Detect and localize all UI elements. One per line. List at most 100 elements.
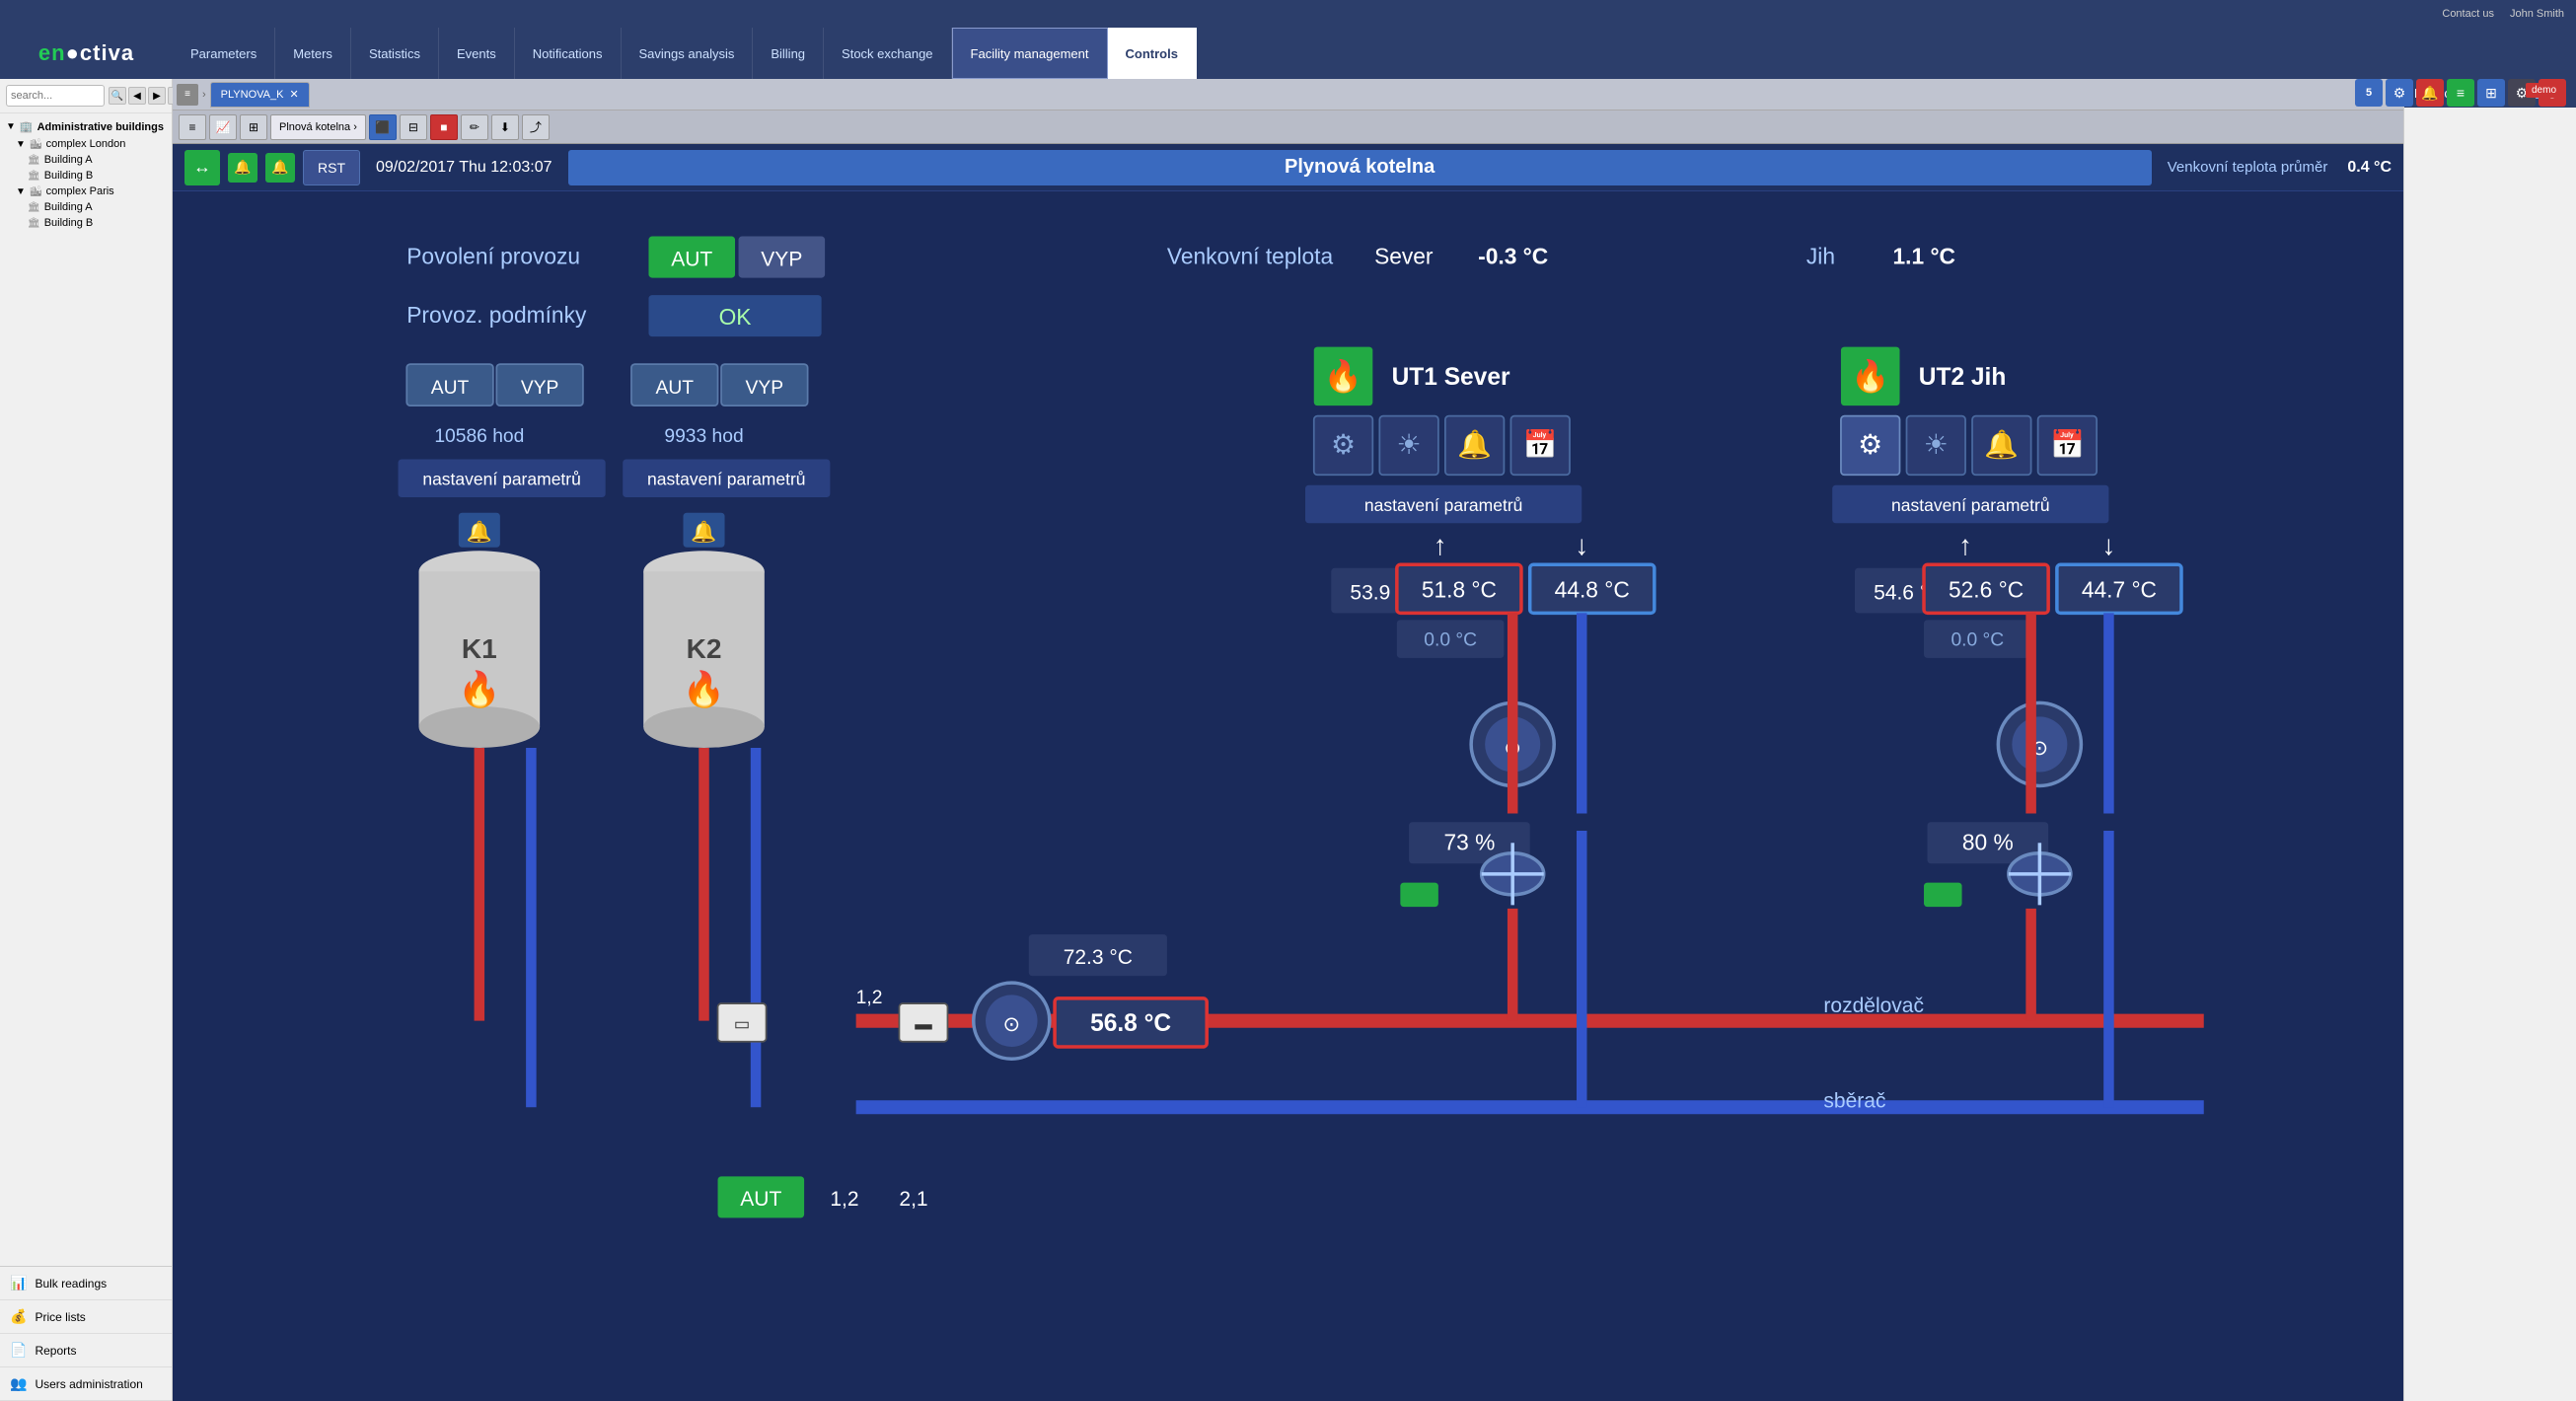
nav-prev-button[interactable]: ◀ <box>128 87 146 105</box>
top-right-icons: 5 ⚙ 🔔 ≡ ⊞ ⚙ ⏻ demo <box>2355 79 2566 107</box>
tr-grid-icon[interactable]: ⊞ <box>2477 79 2505 107</box>
k2-param-btn[interactable]: nastavení parametrů <box>647 470 806 489</box>
tab-facility[interactable]: Facility management <box>952 28 1108 79</box>
breadcrumb-btn[interactable]: Plnová kotelna › <box>270 114 366 140</box>
ut1-down-arrow-icon: ↓ <box>1575 530 1588 560</box>
tab-savings[interactable]: Savings analysis <box>622 28 754 79</box>
tab-billing[interactable]: Billing <box>753 28 824 79</box>
tr-list-icon[interactable]: ≡ <box>2447 79 2474 107</box>
main-pump-icon[interactable]: ⊙ <box>1002 1013 1020 1036</box>
k1-instrument-icon[interactable]: ▭ <box>734 1013 751 1033</box>
k2-aut-btn[interactable]: AUT <box>655 378 694 399</box>
scada-alarm-btn3[interactable]: 🔔 <box>265 153 295 183</box>
scada-header: ↔ 🔔 🔔 RST 09/02/2017 Thu 12:03:07 Plynov… <box>173 144 2403 191</box>
ut2-sun-icon[interactable]: ☀ <box>1924 429 1949 460</box>
rst-button[interactable]: RST <box>303 150 360 185</box>
ut2-param-btn[interactable]: nastavení parametrů <box>1891 495 2050 515</box>
tab-menu-button[interactable]: ≡ <box>177 84 198 106</box>
tree-arrow-icon: ▼ <box>6 121 16 132</box>
nav-next-button[interactable]: ▶ <box>148 87 166 105</box>
bottom-aut-btn[interactable]: AUT <box>740 1188 781 1211</box>
ut2-up-arrow-icon: ↑ <box>1958 530 1972 560</box>
toolbar-table-btn[interactable]: ⊟ <box>400 114 427 140</box>
tree-leaf-london-b[interactable]: 🏛 Building B <box>0 168 172 184</box>
tab-close-button[interactable]: ✕ <box>289 88 298 101</box>
building-group-icon: 🏢 <box>20 120 34 133</box>
k2-instrument-icon[interactable]: ▬ <box>915 1013 932 1033</box>
search-input[interactable] <box>6 85 105 107</box>
toolbar-stop-btn[interactable]: ■ <box>430 114 458 140</box>
tab-stock[interactable]: Stock exchange <box>824 28 952 79</box>
ut1-bell-icon[interactable]: 🔔 <box>1457 429 1492 461</box>
user-name[interactable]: John Smith <box>2510 8 2564 20</box>
ut2-calendar-icon[interactable]: 📅 <box>2050 428 2085 460</box>
sidebar-bulk-readings[interactable]: 📊 Bulk readings <box>0 1267 172 1300</box>
toolbar-export-btn[interactable]: ⤴ <box>522 114 550 140</box>
toolbar-download-btn[interactable]: ⬇ <box>491 114 519 140</box>
tree-root-admin-buildings[interactable]: ▼ 🏢 Administrative buildings <box>0 117 172 136</box>
k1-param-btn[interactable]: nastavení parametrů <box>422 470 581 489</box>
k1-aut-btn[interactable]: AUT <box>431 378 470 399</box>
sidebar-users-admin[interactable]: 👥 Users administration <box>0 1367 172 1401</box>
tree-group-london[interactable]: ▼ 🏙 complex London <box>0 136 172 152</box>
k2-vyp-btn[interactable]: VYP <box>746 378 784 399</box>
sidebar-reports-label: Reports <box>35 1344 76 1358</box>
ut1-sun-icon[interactable]: ☀ <box>1397 429 1422 460</box>
tab-controls[interactable]: Controls <box>1108 28 1197 79</box>
logo: en●ctiva <box>38 40 134 66</box>
tree-root-label: Administrative buildings <box>37 121 164 133</box>
scada-alarm-btn2[interactable]: 🔔 <box>228 153 258 183</box>
sidebar-reports[interactable]: 📄 Reports <box>0 1334 172 1367</box>
tree-leaf-paris-b[interactable]: 🏛 Building B <box>0 215 172 231</box>
tab-meters[interactable]: Meters <box>275 28 351 79</box>
tab-plynova-k[interactable]: PLYNOVA_K ✕ <box>210 82 310 108</box>
ut1-return-actual: 44.8 °C <box>1555 577 1630 603</box>
k1-vyp-btn[interactable]: VYP <box>521 378 559 399</box>
toolbar-grid-btn[interactable]: ⊞ <box>240 114 267 140</box>
logo-area: en●ctiva <box>0 40 173 66</box>
toolbar-schematic-btn[interactable]: ⬛ <box>369 114 397 140</box>
vyp-btn-status[interactable]: VYP <box>761 248 802 270</box>
tab-events[interactable]: Events <box>439 28 515 79</box>
ut1-gear-icon[interactable]: ⚙ <box>1331 429 1356 460</box>
k2-label: K2 <box>687 633 722 664</box>
toolbar-list-btn[interactable]: ≡ <box>179 114 206 140</box>
building-icon: 🏛 <box>28 171 40 182</box>
k2-bell-icon: 🔔 <box>691 520 716 544</box>
ut1-calendar-icon[interactable]: 📅 <box>1523 428 1558 460</box>
content-area: ≡ › PLYNOVA_K ✕ ≡ 📈 ⊞ Plnová kotelna › ⬛… <box>173 79 2403 1401</box>
tab-statistics[interactable]: Statistics <box>351 28 439 79</box>
sidebar: 🔍 ◀ ▶ ✕ ▼ 🏢 Administrative buildings ▼ 🏙… <box>0 79 173 1401</box>
tr-alarm-icon[interactable]: 🔔 <box>2416 79 2444 107</box>
tab-notifications[interactable]: Notifications <box>515 28 622 79</box>
aut-btn-status[interactable]: AUT <box>671 248 712 270</box>
tab-parameters[interactable]: Parameters <box>173 28 275 79</box>
reports-icon: 📄 <box>10 1342 27 1359</box>
tree-leaf-paris-a[interactable]: 🏛 Building A <box>0 199 172 215</box>
ut2-gear-icon[interactable]: ⚙ <box>1858 429 1882 460</box>
search-button[interactable]: 🔍 <box>109 87 126 105</box>
sidebar-price-lists[interactable]: 💰 Price lists <box>0 1300 172 1334</box>
tr-count-icon[interactable]: 5 <box>2355 79 2383 107</box>
ut2-bell-icon[interactable]: 🔔 <box>1984 429 2019 461</box>
tr-settings-icon[interactable]: ⚙ <box>2386 79 2413 107</box>
toolbar-chart-btn[interactable]: 📈 <box>209 114 237 140</box>
toolbar-edit-btn[interactable]: ✏ <box>461 114 488 140</box>
tree-leaf-label: Building A <box>44 154 93 166</box>
tree-group-label: complex Paris <box>46 185 114 197</box>
ut2-flame-icon: 🔥 <box>1851 358 1889 394</box>
scada-alarm-btn1[interactable]: ↔ <box>184 150 220 185</box>
k1-value: 1,2 <box>856 988 883 1008</box>
ut2-mix-temp: 0.0 °C <box>1950 630 2004 651</box>
tree-group-paris[interactable]: ▼ 🏙 complex Paris <box>0 184 172 199</box>
building-icon: 🏛 <box>28 155 40 166</box>
ut1-param-btn[interactable]: nastavení parametrů <box>1364 495 1523 515</box>
bulk-readings-icon: 📊 <box>10 1275 27 1291</box>
tree-leaf-london-a[interactable]: 🏛 Building A <box>0 152 172 168</box>
sever-label: Sever <box>1374 244 1434 269</box>
group-icon: 🏙 <box>30 186 42 197</box>
main-supply-temp: 56.8 °C <box>1090 1010 1171 1037</box>
group-icon: 🏙 <box>30 139 42 150</box>
tree-leaf-label: Building B <box>44 170 94 182</box>
contact-us-link[interactable]: Contact us <box>2442 8 2494 20</box>
